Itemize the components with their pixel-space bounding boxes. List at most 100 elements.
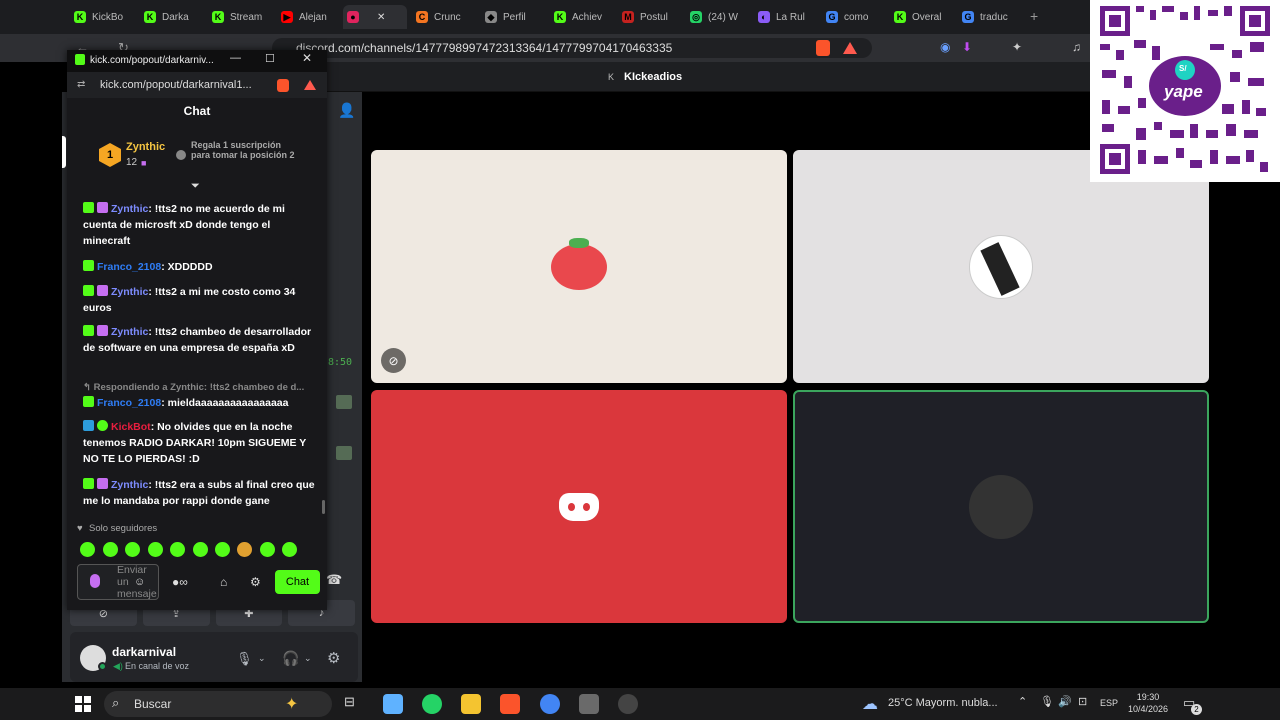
emote-icon[interactable]: [125, 542, 140, 557]
weather-text[interactable]: 25°C Mayorm. nubla...: [888, 697, 998, 709]
emote-icon[interactable]: [260, 542, 275, 557]
sub-badge-icon: [97, 478, 108, 489]
browser-tab[interactable]: ▶ Alejan: [277, 5, 341, 29]
microphone-icon[interactable]: [90, 574, 100, 588]
tab-favicon-icon: K: [144, 11, 156, 23]
chat-username[interactable]: Franco_2108: [97, 261, 161, 273]
chat-text: : XDDDDD: [161, 261, 213, 273]
tab-label: Perfil: [503, 11, 526, 23]
task-view-icon[interactable]: ⊟: [344, 694, 355, 710]
browser-tab[interactable]: ◆ Perfil: [481, 5, 545, 29]
browser-tab[interactable]: K Stream: [208, 5, 272, 29]
tab-close-icon[interactable]: ✕: [377, 12, 385, 23]
points-icon[interactable]: ●∞: [172, 575, 188, 589]
emote-icon[interactable]: [193, 542, 208, 557]
browser-tab[interactable]: K Overal: [890, 5, 954, 29]
chat-username[interactable]: Zynthic: [111, 286, 148, 298]
browser-tab[interactable]: ◎ (24) W: [686, 5, 750, 29]
add-member-icon[interactable]: 👤: [338, 102, 355, 119]
verified-badge-icon: [83, 478, 94, 489]
chat-username[interactable]: Franco_2108: [97, 397, 161, 409]
chrome-icon[interactable]: [540, 694, 560, 714]
clock[interactable]: 19:30 10/4/2026: [1124, 691, 1172, 715]
browser-tab[interactable]: ◐ La Rul: [754, 5, 818, 29]
minimize-icon[interactable]: —: [230, 52, 241, 64]
emote-icon[interactable]: [103, 542, 118, 557]
chat-username[interactable]: Zynthic: [111, 203, 148, 215]
windows-start-icon[interactable]: [75, 696, 91, 712]
participant-tile-speaking[interactable]: [793, 390, 1209, 623]
browser-tab[interactable]: Gcomo: [822, 5, 886, 29]
emote-icon[interactable]: [80, 542, 95, 557]
emote-icon[interactable]: [215, 542, 230, 557]
whatsapp-icon[interactable]: [422, 694, 442, 714]
new-tab-button[interactable]: +: [1030, 8, 1038, 24]
brave-rewards-icon[interactable]: [304, 80, 316, 90]
volume-icon[interactable]: 🔊: [1058, 695, 1072, 708]
file-explorer-icon[interactable]: [461, 694, 481, 714]
chat-text: : mieldaaaaaaaaaaaaaaaa: [161, 397, 289, 409]
participant-tile[interactable]: [371, 390, 787, 623]
browser-tab[interactable]: ● ✕: [343, 5, 407, 29]
tab-favicon-icon: M: [622, 11, 634, 23]
tray-mic-icon[interactable]: 🎙: [1040, 695, 1054, 708]
chat-username[interactable]: Zynthic: [111, 326, 148, 338]
brave-shield-icon[interactable]: [816, 40, 830, 56]
chat-username[interactable]: KickBot: [111, 421, 151, 433]
browser-tab[interactable]: C Crunc: [412, 5, 476, 29]
chevron-down-icon[interactable]: ⌄: [258, 653, 266, 664]
tab-label: como: [844, 11, 869, 23]
heart-icon: ♥: [77, 523, 83, 534]
notes-app-icon[interactable]: [383, 694, 403, 714]
channel-title: KIckeadios: [624, 71, 683, 83]
status-online-icon: [98, 662, 107, 671]
chat-settings-icon[interactable]: ⚙: [250, 575, 261, 589]
browser-tab[interactable]: M Postul: [618, 5, 682, 29]
popup-url: kick.com/popout/darkarnival1...: [100, 79, 252, 91]
emote-icon[interactable]: [237, 542, 252, 557]
close-icon[interactable]: ✕: [302, 51, 312, 65]
chat-username[interactable]: Zynthic: [111, 479, 148, 491]
chat-message: Franco_2108: mieldaaaaaaaaaaaaaaaa: [83, 395, 315, 411]
tab-label: KickBo: [92, 11, 124, 23]
settings-gear-icon[interactable]: ⚙: [327, 649, 340, 667]
download-extension-icon[interactable]: ⬇: [962, 40, 972, 54]
microphone-icon[interactable]: 🎙: [236, 651, 253, 667]
extension-icon[interactable]: ◉: [940, 40, 950, 54]
browser-tab[interactable]: K Darka: [140, 5, 204, 29]
language-indicator[interactable]: ESP: [1100, 698, 1118, 708]
brave-shield-icon[interactable]: [277, 79, 289, 92]
participant-tile[interactable]: [793, 150, 1209, 383]
chat-scrollbar[interactable]: [322, 500, 325, 514]
leader-name[interactable]: Zynthic: [126, 141, 165, 153]
emote-icon[interactable]: [282, 542, 297, 557]
site-settings-icon[interactable]: ⇄: [77, 79, 85, 90]
media-icon[interactable]: ♫: [1072, 40, 1081, 54]
maximize-icon[interactable]: ☐: [265, 52, 275, 65]
emote-icon[interactable]: [170, 542, 185, 557]
brave-browser-icon[interactable]: [500, 694, 520, 714]
leader-count: 12: [126, 157, 138, 168]
chevron-up-icon[interactable]: ⌃: [1018, 695, 1027, 708]
emoji-icon[interactable]: ☺: [134, 576, 145, 588]
disconnect-icon[interactable]: ☎: [326, 572, 342, 588]
obs-icon[interactable]: [618, 694, 638, 714]
brave-rewards-icon[interactable]: [843, 42, 857, 54]
yape-badge: S/: [1179, 64, 1187, 73]
calculator-icon[interactable]: [579, 694, 599, 714]
yape-qr-code: S/ yape: [1090, 0, 1280, 182]
tab-favicon-icon: K: [212, 11, 224, 23]
chevron-down-icon[interactable]: ⌄: [304, 653, 312, 664]
browser-tab[interactable]: K KickBo: [70, 5, 134, 29]
bot-badge-icon: [83, 420, 94, 431]
browser-tab[interactable]: Gtraduc: [958, 5, 1022, 29]
pinned-collapse-icon[interactable]: ⏷: [191, 180, 200, 193]
browser-tab[interactable]: K Achiev: [550, 5, 614, 29]
headphones-icon[interactable]: 🎧: [282, 650, 299, 667]
participant-tile[interactable]: [371, 150, 787, 383]
send-chat-button[interactable]: Chat: [275, 570, 320, 594]
emote-icon[interactable]: [148, 542, 163, 557]
extensions-puzzle-icon[interactable]: ✦: [1012, 40, 1022, 54]
store-icon[interactable]: ⌂: [220, 575, 227, 589]
network-icon[interactable]: ⊡: [1078, 695, 1087, 708]
